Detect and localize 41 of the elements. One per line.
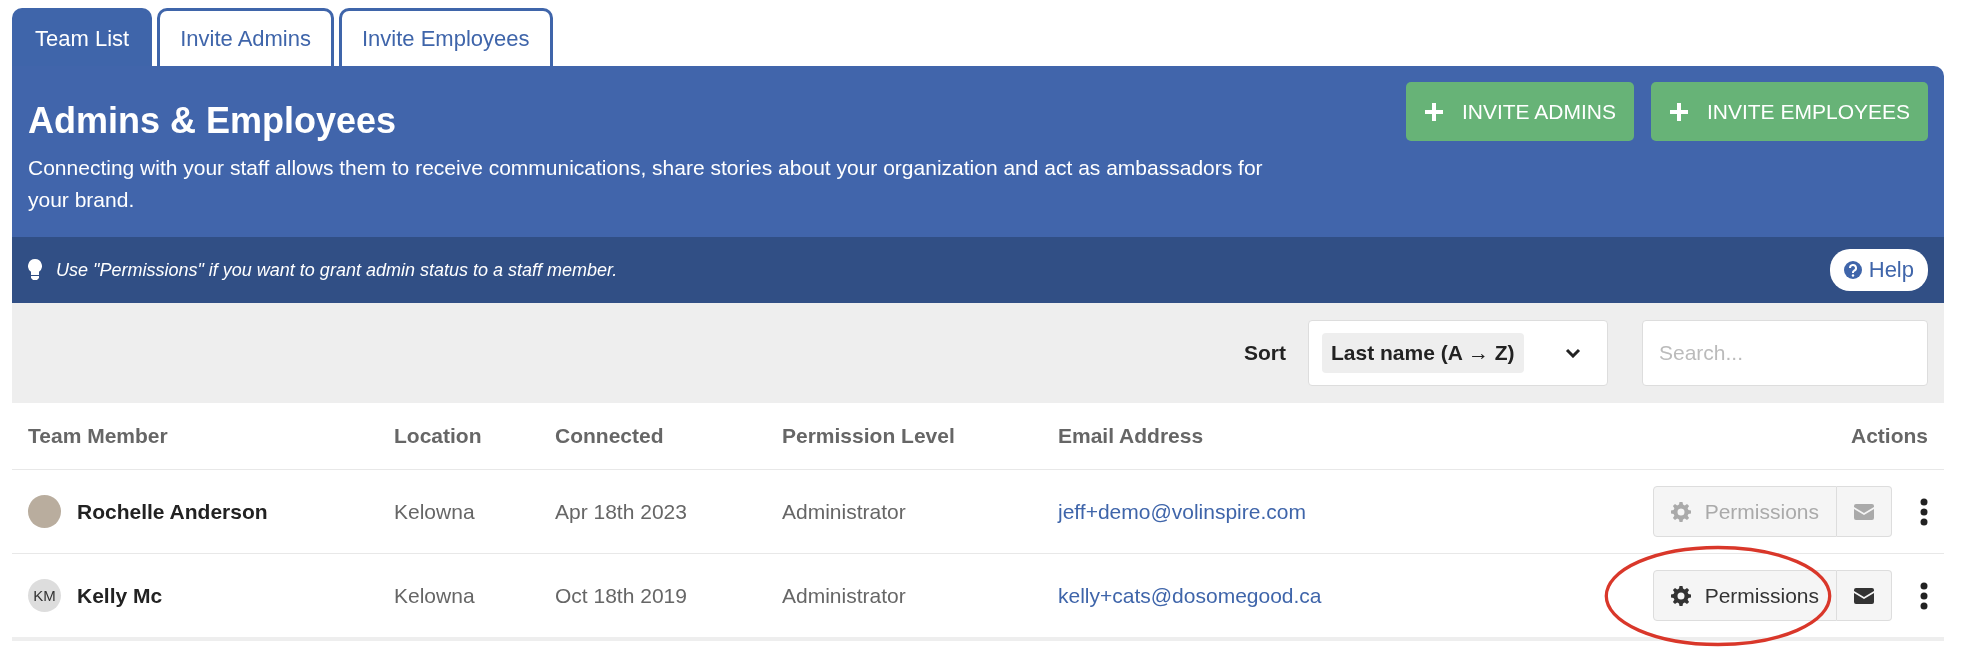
member-name: Rochelle Anderson [77,499,268,524]
table-cell-text: Kelowna [394,583,476,608]
table-cell-text: Oct 18th 2019 [555,583,688,608]
tab[interactable]: Team List [12,8,153,66]
table-cell-text: Administrator [782,583,907,608]
permissions-button[interactable]: Permissions [1652,570,1837,621]
member-name: Kelly Mc [77,583,163,608]
question-icon [1843,261,1862,279]
column-header: Actions [1850,424,1928,448]
gear-icon [1670,585,1691,606]
table-cell-text: Apr 18th 2023 [555,499,688,524]
avatar-photo [28,495,61,528]
avatar-initials: KM [28,579,61,612]
email-button[interactable] [1837,570,1892,621]
gear-icon [1670,501,1691,522]
column-header: Email Address [1058,424,1205,448]
description-text: Connecting with your staff allows them to receive communications, share stories about your organization and act as ambassadors for your brand. [28,155,1264,213]
tab[interactable]: Invite Employees [339,8,553,66]
plus-icon [1423,101,1444,122]
help-button[interactable]: Help [1829,249,1928,291]
column-header: Permission Level [782,424,956,448]
sort-label: Sort [1244,341,1286,365]
search-field[interactable]: Search... [1642,320,1928,386]
more-options-icon[interactable] [1920,581,1928,610]
sort-dropdown[interactable]: Last name (A → Z) [1308,320,1608,386]
tip-text: Use "Permissions" if you want to grant admin status to a staff member. [56,259,619,281]
envelope-icon [1854,587,1874,604]
column-header: Team Member [28,424,169,448]
lightbulb-icon [28,259,42,281]
column-header: Connected [555,424,665,448]
table-cell-text: Administrator [782,499,907,524]
more-options-icon[interactable] [1920,497,1928,526]
email-link[interactable]: kelly+cats@dosomegood.ca [1058,583,1322,607]
plus-icon [1668,101,1689,122]
chevron-down-icon [1565,348,1581,358]
column-header: Location [394,424,483,448]
envelope-icon [1854,503,1874,520]
email-link[interactable]: jeff+demo@volinspire.com [1058,499,1306,523]
tab[interactable]: Invite Admins [157,8,334,66]
page-title: Admins & Employees [28,100,398,142]
table-cell-text: Kelowna [394,499,476,524]
